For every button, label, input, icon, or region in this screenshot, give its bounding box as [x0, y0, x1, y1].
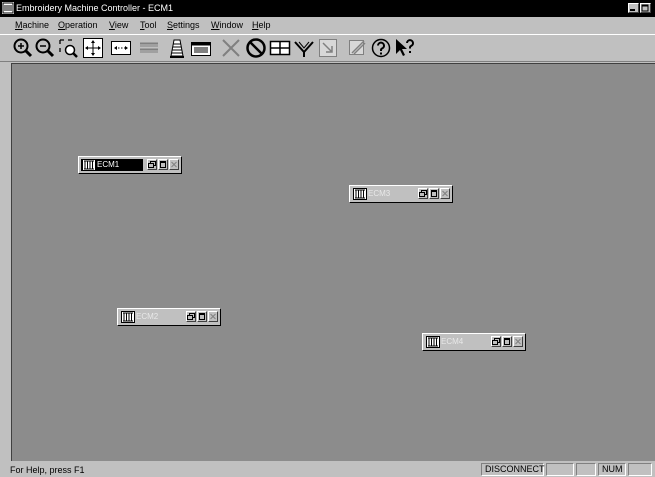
close-button[interactable]: [208, 311, 218, 322]
send-button[interactable]: [317, 37, 339, 59]
connect-button[interactable]: [293, 37, 315, 59]
mdi-window-name: ECM4: [441, 337, 464, 346]
status-panel-scroll: [628, 463, 652, 476]
mdi-window-name: ECM3: [368, 189, 391, 198]
tile-windows-icon: [269, 37, 291, 59]
title-bar[interactable]: Embroidery Machine Controller - ECM1: [0, 0, 655, 17]
context-help-icon: [394, 37, 416, 59]
restore-icon: [419, 189, 427, 198]
stitch-list-icon: [138, 37, 160, 59]
mdi-window-name: ECM1: [97, 160, 120, 169]
mdi-window-ecm4[interactable]: ECM4: [422, 333, 526, 351]
status-bar: For Help, press F1 DISCONNECT NUM: [0, 462, 655, 477]
close-button[interactable]: [513, 336, 523, 347]
zoom-window-button[interactable]: [57, 37, 79, 59]
menu-window[interactable]: Window: [211, 20, 243, 30]
close-button[interactable]: [440, 188, 450, 199]
zoom-out-button[interactable]: [34, 37, 56, 59]
zoom-out-icon: [34, 37, 56, 59]
maximize-icon: [430, 189, 438, 198]
toolbar: [0, 34, 655, 62]
mdi-window-ecm3[interactable]: ECM3: [349, 185, 453, 203]
restore-icon: [148, 160, 156, 169]
restore-button[interactable]: [491, 336, 501, 347]
maximize-button[interactable]: [197, 311, 207, 322]
maximize-button[interactable]: [158, 159, 168, 170]
send-icon: [317, 37, 339, 59]
restore-icon: [641, 4, 650, 12]
close-icon: [170, 160, 178, 169]
restore-button[interactable]: [186, 311, 196, 322]
menu-machine[interactable]: Machine: [15, 20, 49, 30]
machine-panel-icon: [190, 37, 212, 59]
machine-panel-button[interactable]: [190, 37, 212, 59]
cancel-button[interactable]: [220, 37, 242, 59]
machine-app-icon[interactable]: [2, 2, 14, 14]
context-help-button[interactable]: [394, 37, 416, 59]
thread-cone-icon: [166, 37, 188, 59]
stop-icon: [245, 37, 267, 59]
machine-icon: [426, 336, 440, 348]
connect-icon: [293, 37, 315, 59]
menu-operation[interactable]: Operation: [58, 20, 98, 30]
thread-cone-button[interactable]: [166, 37, 188, 59]
zoom-in-button[interactable]: [12, 37, 34, 59]
machine-icon: [353, 188, 367, 200]
close-icon: [209, 312, 217, 321]
zoom-window-icon: [57, 37, 79, 59]
status-panel-caps: [546, 463, 574, 476]
restore-button[interactable]: [147, 159, 157, 170]
actual-size-button[interactable]: [110, 37, 132, 59]
menu-view[interactable]: View: [109, 20, 128, 30]
mdi-window-caption[interactable]: ECM2: [120, 311, 182, 323]
minimize-icon: [629, 4, 638, 12]
mdi-window-name: ECM2: [136, 312, 159, 321]
menu-bar: Machine Operation View Tool Settings Win…: [0, 18, 655, 33]
status-panel-overwrite: [576, 463, 596, 476]
restore-button[interactable]: [640, 3, 651, 13]
mdi-window-ecm1[interactable]: ECM1: [78, 156, 182, 174]
maximize-icon: [503, 337, 511, 346]
tile-windows-button[interactable]: [269, 37, 291, 59]
close-icon: [514, 337, 522, 346]
maximize-button[interactable]: [429, 188, 439, 199]
mdi-window-caption[interactable]: ECM3: [352, 188, 414, 200]
mdi-workspace[interactable]: ECM1 ECM3 ECM2 ECM4: [11, 63, 655, 461]
status-connection: DISCONNECT: [481, 463, 545, 476]
mdi-window-caption[interactable]: ECM1: [81, 159, 143, 171]
cancel-icon: [220, 37, 242, 59]
menu-help[interactable]: Help: [252, 20, 271, 30]
maximize-icon: [159, 160, 167, 169]
minimize-button[interactable]: [628, 3, 639, 13]
close-icon: [441, 189, 449, 198]
maximize-icon: [198, 312, 206, 321]
machine-icon: [121, 311, 135, 323]
edit-design-button[interactable]: [346, 37, 368, 59]
fit-to-window-icon: [82, 37, 104, 59]
fit-to-window-button[interactable]: [82, 37, 104, 59]
machine-icon: [82, 159, 96, 171]
zoom-in-icon: [12, 37, 34, 59]
mdi-window-caption[interactable]: ECM4: [425, 336, 487, 348]
edit-design-icon: [346, 37, 368, 59]
mdi-window-ecm2[interactable]: ECM2: [117, 308, 221, 326]
restore-button[interactable]: [418, 188, 428, 199]
close-button[interactable]: [169, 159, 179, 170]
restore-icon: [187, 312, 195, 321]
status-help-text: For Help, press F1: [10, 465, 85, 475]
maximize-button[interactable]: [502, 336, 512, 347]
stitch-list-button[interactable]: [138, 37, 160, 59]
status-num-lock: NUM: [598, 463, 626, 476]
help-icon: [370, 37, 392, 59]
menu-tool[interactable]: Tool: [140, 20, 157, 30]
menu-settings[interactable]: Settings: [167, 20, 200, 30]
restore-icon: [492, 337, 500, 346]
actual-size-icon: [110, 37, 132, 59]
window-title: Embroidery Machine Controller - ECM1: [16, 3, 174, 13]
help-button[interactable]: [370, 37, 392, 59]
stop-button[interactable]: [245, 37, 267, 59]
